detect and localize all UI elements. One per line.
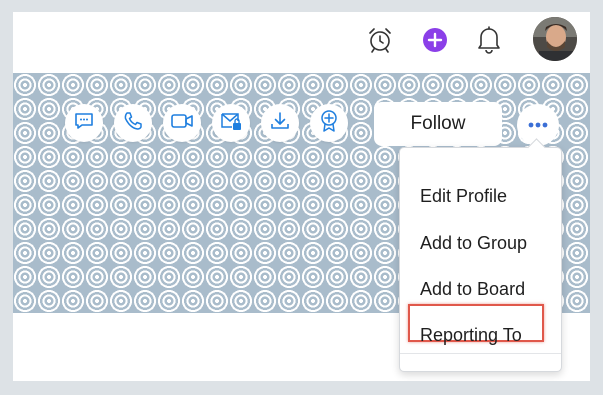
download-button[interactable] <box>261 104 299 142</box>
call-button[interactable] <box>114 104 152 142</box>
video-call-button[interactable] <box>163 104 201 142</box>
secure-mail-button[interactable] <box>212 104 250 142</box>
menu-item-reporting-to[interactable]: Reporting To <box>420 325 522 346</box>
video-call-icon <box>170 110 194 137</box>
award-badge-icon <box>318 109 340 138</box>
follow-button[interactable]: Follow <box>374 102 502 146</box>
more-dots-icon <box>527 116 549 134</box>
user-avatar[interactable] <box>533 17 577 61</box>
menu-item-add-to-group[interactable]: Add to Group <box>420 233 527 254</box>
menu-divider <box>400 353 561 354</box>
bell-icon[interactable] <box>475 24 503 54</box>
download-icon <box>269 110 291 137</box>
message-button[interactable] <box>65 104 103 142</box>
mail-lock-icon <box>219 110 243 137</box>
profile-window: Follow Edit Profile Add to Group Add to … <box>13 12 590 381</box>
menu-item-edit-profile[interactable]: Edit Profile <box>420 186 507 207</box>
top-bar <box>13 12 590 73</box>
more-options-menu: Edit Profile Add to Group Add to Board R… <box>399 147 562 372</box>
award-button[interactable] <box>310 104 348 142</box>
alarm-clock-icon[interactable] <box>365 25 395 55</box>
message-icon <box>73 110 95 137</box>
add-icon[interactable] <box>421 26 449 54</box>
phone-icon <box>122 110 144 137</box>
menu-item-add-to-board[interactable]: Add to Board <box>420 279 525 300</box>
